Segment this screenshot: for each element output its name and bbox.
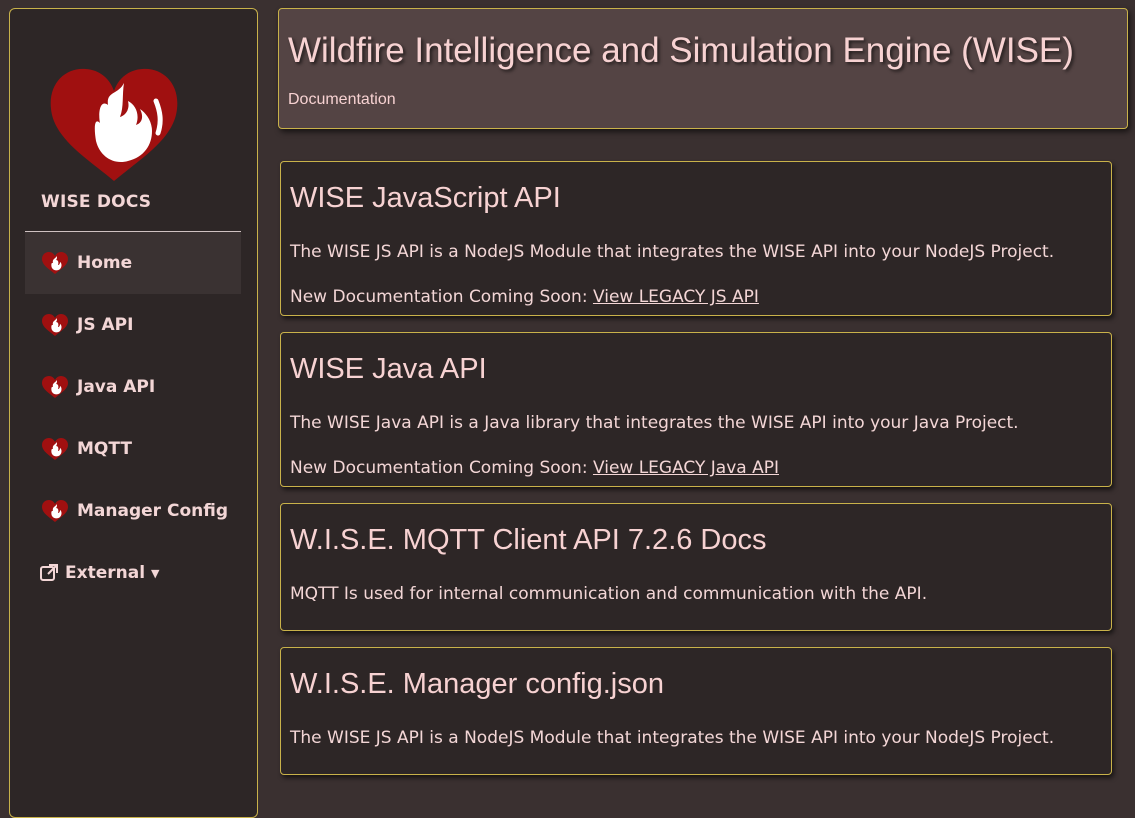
page-header: Wildfire Intelligence and Simulation Eng…: [278, 8, 1128, 129]
card-java-api: WISE Java API The WISE Java API is a Jav…: [280, 332, 1112, 487]
card-description: The WISE Java API is a Java library that…: [290, 413, 1019, 433]
card-title: WISE Java API: [290, 353, 487, 385]
card-js-api: WISE JavaScript API The WISE JS API is a…: [280, 161, 1112, 316]
card-description: MQTT Is used for internal communication …: [290, 584, 928, 604]
sidebar-item-home[interactable]: Home: [25, 232, 241, 294]
card-legacy-line: New Documentation Coming Soon: View LEGA…: [290, 287, 759, 307]
brand-title[interactable]: WISE DOCS: [41, 192, 151, 212]
card-legacy-line: New Documentation Coming Soon: View LEGA…: [290, 458, 779, 478]
sidebar-item-label: JS API: [77, 315, 134, 335]
card-title: W.I.S.E. Manager config.json: [290, 668, 664, 700]
sidebar-item-label: Java API: [77, 377, 156, 397]
wise-heart-icon: [41, 437, 69, 461]
card-mqtt[interactable]: W.I.S.E. MQTT Client API 7.2.6 Docs MQTT…: [280, 503, 1112, 631]
sidebar-item-mqtt[interactable]: MQTT: [25, 418, 241, 480]
caret-down-icon: ▼: [151, 566, 160, 580]
sidebar-external-dropdown[interactable]: External ▼: [25, 542, 241, 604]
page-title: Wildfire Intelligence and Simulation Eng…: [288, 31, 1074, 70]
external-link-icon: [39, 563, 59, 583]
sidebar-item-label: Home: [77, 253, 133, 273]
sidebar-item-manager-config[interactable]: Manager Config: [25, 480, 241, 542]
card-description: The WISE JS API is a NodeJS Module that …: [290, 728, 1055, 748]
sidebar-external-label: External: [65, 563, 146, 583]
legacy-prefix: New Documentation Coming Soon:: [290, 458, 593, 478]
sidebar-item-label: MQTT: [77, 439, 132, 459]
sidebar: WISE DOCS Home JS API Java API MQTT Mana…: [9, 8, 258, 818]
card-title: WISE JavaScript API: [290, 182, 561, 214]
legacy-js-api-link[interactable]: View LEGACY JS API: [593, 287, 759, 307]
card-manager-config[interactable]: W.I.S.E. Manager config.json The WISE JS…: [280, 647, 1112, 775]
card-description: The WISE JS API is a NodeJS Module that …: [290, 242, 1055, 262]
wise-heart-icon: [41, 251, 69, 275]
sidebar-item-js-api[interactable]: JS API: [25, 294, 241, 356]
card-title: W.I.S.E. MQTT Client API 7.2.6 Docs: [290, 524, 767, 556]
legacy-java-api-link[interactable]: View LEGACY Java API: [593, 458, 779, 478]
page-subtitle: Documentation: [288, 91, 396, 108]
sidebar-item-label: Manager Config: [77, 501, 228, 521]
wise-heart-icon: [41, 375, 69, 399]
wise-logo[interactable]: [48, 61, 183, 183]
wise-heart-icon: [41, 499, 69, 523]
legacy-prefix: New Documentation Coming Soon:: [290, 287, 593, 307]
wise-heart-icon: [41, 313, 69, 337]
sidebar-item-java-api[interactable]: Java API: [25, 356, 241, 418]
